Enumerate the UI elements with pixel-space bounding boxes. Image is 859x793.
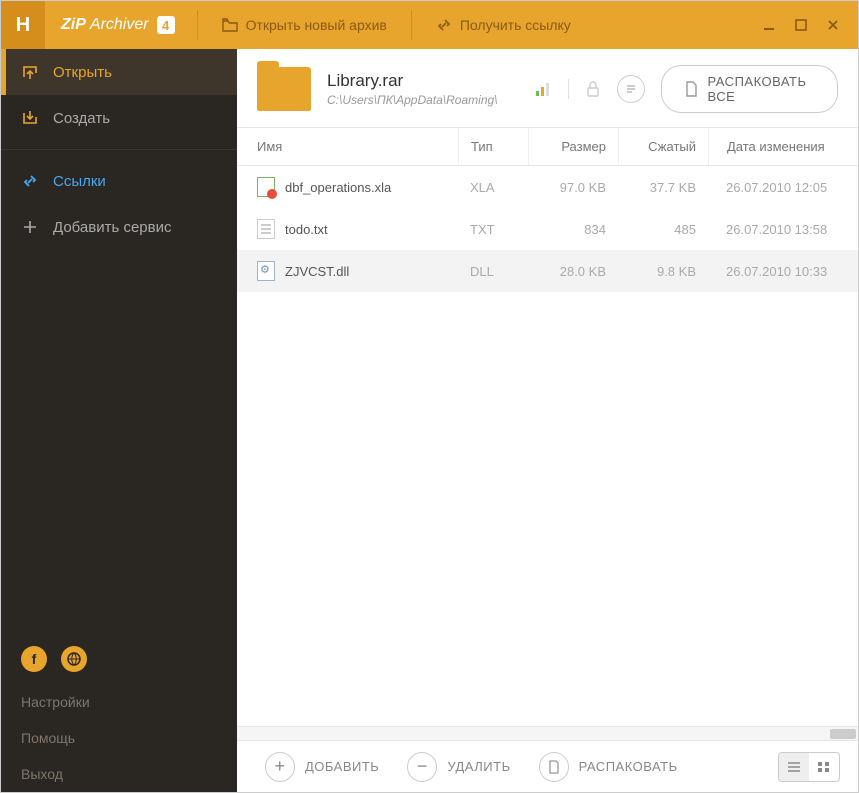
column-header-type[interactable]: Тип xyxy=(458,128,528,165)
add-label: ДОБАВИТЬ xyxy=(305,759,379,774)
open-new-archive-label: Открыть новый архив xyxy=(246,17,387,33)
open-new-archive-button[interactable]: Открыть новый архив xyxy=(204,1,405,49)
folder-icon xyxy=(257,67,311,111)
column-header-date[interactable]: Дата изменения xyxy=(708,128,858,165)
create-icon xyxy=(21,109,39,127)
sidebar-item-links[interactable]: Ссылки xyxy=(1,158,237,204)
sidebar-item-add-service[interactable]: Добавить сервис xyxy=(1,204,237,250)
extract-label: РАСПАКОВАТЬ xyxy=(579,759,678,774)
app-title-version: 4 xyxy=(157,16,175,34)
sidebar-exit[interactable]: Выход xyxy=(1,756,237,792)
maximize-button[interactable] xyxy=(790,14,812,36)
file-size: 834 xyxy=(528,211,618,248)
file-size: 97.0 KB xyxy=(528,169,618,206)
link-icon xyxy=(436,17,452,33)
scrollbar-thumb[interactable] xyxy=(830,729,856,739)
horizontal-scrollbar[interactable] xyxy=(237,726,858,740)
table-body: dbf_operations.xlaXLA97.0 KB37.7 KB26.07… xyxy=(237,166,858,726)
sidebar-open-label: Открыть xyxy=(53,64,112,81)
view-toggle xyxy=(778,752,840,782)
app-title: ZiP Archiver 4 xyxy=(45,16,191,34)
get-link-button[interactable]: Получить ссылку xyxy=(418,1,589,49)
view-list-button[interactable] xyxy=(779,753,809,781)
comment-icon[interactable] xyxy=(617,75,645,103)
app-title-archiver: Archiver xyxy=(90,16,149,34)
titlebar-separator xyxy=(411,10,412,40)
main-panel: Library.rar C:\Users\ПК\AppData\Roaming\… xyxy=(237,49,858,792)
lock-icon[interactable] xyxy=(579,75,607,103)
extract-all-label: РАСПАКОВАТЬ ВСЕ xyxy=(708,74,816,104)
globe-icon[interactable] xyxy=(61,646,87,672)
table-header: Имя Тип Размер Сжатый Дата изменения xyxy=(237,128,858,166)
column-header-packed[interactable]: Сжатый xyxy=(618,128,708,165)
column-header-size[interactable]: Размер xyxy=(528,128,618,165)
table-row[interactable]: dbf_operations.xla XLA97.0 KB37.7 KB26.07… xyxy=(237,166,858,208)
delete-button[interactable]: − УДАЛИТЬ xyxy=(397,746,520,788)
sidebar-add-service-label: Добавить сервис xyxy=(53,219,172,236)
column-header-name[interactable]: Имя xyxy=(237,128,458,165)
file-date: 26.07.2010 12:05 xyxy=(708,169,858,206)
file-packed: 9.8 KB xyxy=(618,253,708,290)
link-icon xyxy=(21,172,39,190)
open-icon xyxy=(21,63,39,81)
app-logo-icon: H xyxy=(1,1,45,49)
file-date: 26.07.2010 13:58 xyxy=(708,211,858,248)
titlebar-separator xyxy=(197,10,198,40)
bottom-toolbar: + ДОБАВИТЬ − УДАЛИТЬ РАСПАКОВАТЬ xyxy=(237,740,858,792)
extract-button[interactable]: РАСПАКОВАТЬ xyxy=(529,746,688,788)
sidebar-separator xyxy=(1,149,237,150)
file-packed: 485 xyxy=(618,211,708,248)
header-separator xyxy=(568,79,569,99)
file-date: 26.07.2010 10:33 xyxy=(708,253,858,290)
file-icon xyxy=(257,219,275,239)
document-icon xyxy=(539,752,569,782)
document-icon xyxy=(684,81,698,97)
archive-path: C:\Users\ПК\AppData\Roaming\ xyxy=(327,93,498,107)
file-name: todo.txt xyxy=(285,222,328,237)
sidebar-help[interactable]: Помощь xyxy=(1,720,237,756)
minus-icon: − xyxy=(407,752,437,782)
file-size: 28.0 KB xyxy=(528,253,618,290)
file-name: ZJVCST.dll xyxy=(285,264,349,279)
file-type: TXT xyxy=(458,211,528,248)
app-window: H ZiP Archiver 4 Открыть новый архив Пол… xyxy=(0,0,859,793)
sidebar: Открыть Создать Ссылки Добавить сервис f… xyxy=(1,49,237,792)
sidebar-create-label: Создать xyxy=(53,110,110,127)
delete-label: УДАЛИТЬ xyxy=(447,759,510,774)
view-grid-button[interactable] xyxy=(809,753,839,781)
table-row[interactable]: ZJVCST.dll DLL28.0 KB9.8 KB26.07.2010 10:… xyxy=(237,250,858,292)
file-type: DLL xyxy=(458,253,528,290)
table-row[interactable]: todo.txt TXT83448526.07.2010 13:58 xyxy=(237,208,858,250)
file-icon xyxy=(257,177,275,197)
get-link-label: Получить ссылку xyxy=(460,17,571,33)
archive-header: Library.rar C:\Users\ПК\AppData\Roaming\… xyxy=(237,49,858,128)
file-icon xyxy=(257,261,275,281)
sidebar-item-create[interactable]: Создать xyxy=(1,95,237,141)
minimize-button[interactable] xyxy=(758,14,780,36)
extract-all-button[interactable]: РАСПАКОВАТЬ ВСЕ xyxy=(661,65,839,113)
signal-icon[interactable] xyxy=(530,75,558,103)
file-packed: 37.7 KB xyxy=(618,169,708,206)
social-row: f xyxy=(1,646,237,684)
file-type: XLA xyxy=(458,169,528,206)
plus-icon: + xyxy=(265,752,295,782)
sidebar-item-open[interactable]: Открыть xyxy=(1,49,237,95)
folder-open-icon xyxy=(222,18,238,32)
window-controls xyxy=(758,14,858,36)
app-title-zip: ZiP xyxy=(61,16,86,34)
titlebar: H ZiP Archiver 4 Открыть новый архив Пол… xyxy=(1,1,858,49)
sidebar-links-label: Ссылки xyxy=(53,173,106,190)
file-name: dbf_operations.xla xyxy=(285,180,391,195)
add-button[interactable]: + ДОБАВИТЬ xyxy=(255,746,389,788)
archive-name: Library.rar xyxy=(327,71,498,91)
facebook-icon[interactable]: f xyxy=(21,646,47,672)
sidebar-settings[interactable]: Настройки xyxy=(1,684,237,720)
close-button[interactable] xyxy=(822,14,844,36)
plus-icon xyxy=(21,218,39,236)
